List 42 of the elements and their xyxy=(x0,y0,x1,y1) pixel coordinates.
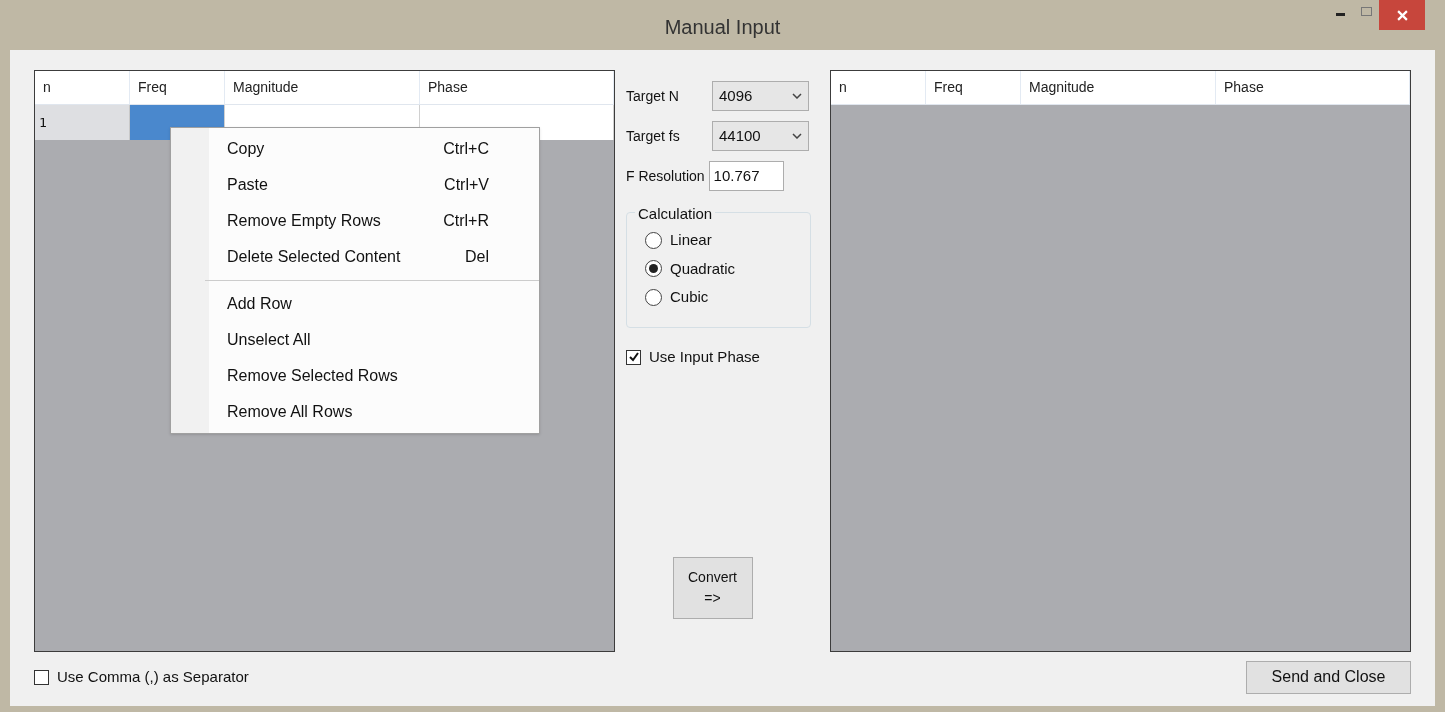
input-field[interactable]: 10.767 xyxy=(708,161,784,191)
column-header[interactable]: Magnitude xyxy=(225,71,420,104)
checkbox-label: Use Comma (,) as Separator xyxy=(57,666,249,687)
menu-item[interactable]: Remove All Rows xyxy=(227,394,539,430)
column-header[interactable]: Magnitude xyxy=(1021,71,1216,104)
menu-item[interactable]: Remove Selected Rows xyxy=(227,358,539,394)
dropdown[interactable]: 4096 xyxy=(712,81,809,111)
column-header[interactable]: Freq xyxy=(130,71,225,104)
data-grid[interactable]: n Freq Magnitude Phase xyxy=(830,70,1411,652)
column-header[interactable]: Phase xyxy=(420,71,614,104)
close-icon xyxy=(1396,9,1408,21)
data-grid[interactable]: n Freq Magnitude Phase 1 Copy Ctrl+C Paste Ctrl+V Remove Empty Rows Ctrl+R Delete Selected Content Del Add Row Unselect All Remove Selected Rows Remove All Rows xyxy=(34,70,615,652)
menu-item[interactable]: Add Row xyxy=(227,286,539,322)
close-button[interactable] xyxy=(1379,0,1425,30)
menu-item[interactable]: Paste Ctrl+V xyxy=(227,167,539,203)
checkbox[interactable] xyxy=(34,669,49,685)
chevron-down-icon xyxy=(792,133,802,139)
column-header[interactable]: Phase xyxy=(1216,71,1410,104)
radio-label: Cubic xyxy=(670,287,709,307)
column-header[interactable]: n xyxy=(831,71,926,104)
convert-button[interactable]: Convert => xyxy=(672,557,753,619)
dropdown[interactable]: 44100 xyxy=(712,121,809,151)
radio-label: Linear xyxy=(670,230,712,250)
field-label: Target N xyxy=(626,86,680,106)
checkbox-label: Use Input Phase xyxy=(649,347,760,367)
chevron-down-icon xyxy=(792,93,802,99)
column-header[interactable]: Freq xyxy=(926,71,1021,104)
row-number-cell: 1 xyxy=(35,105,130,140)
radio-label: Quadratic xyxy=(670,258,736,279)
field-label: F Resolution xyxy=(626,166,705,186)
send-and-close-button[interactable]: Send and Close xyxy=(1246,660,1411,694)
menu-item[interactable]: Unselect All xyxy=(227,322,539,358)
radio-button[interactable] xyxy=(645,288,662,306)
window-title: Manual Input xyxy=(664,15,781,40)
column-header[interactable]: n xyxy=(35,71,130,104)
checkbox[interactable] xyxy=(626,349,641,365)
radio-button[interactable] xyxy=(645,260,662,278)
menu-item[interactable]: Remove Empty Rows Ctrl+R xyxy=(227,203,539,239)
radio-button[interactable] xyxy=(645,231,662,249)
menu-item[interactable]: Copy Ctrl+C xyxy=(227,131,539,167)
menu-item[interactable]: Delete Selected Content Del xyxy=(227,239,539,275)
field-label: Target fs xyxy=(626,126,681,146)
